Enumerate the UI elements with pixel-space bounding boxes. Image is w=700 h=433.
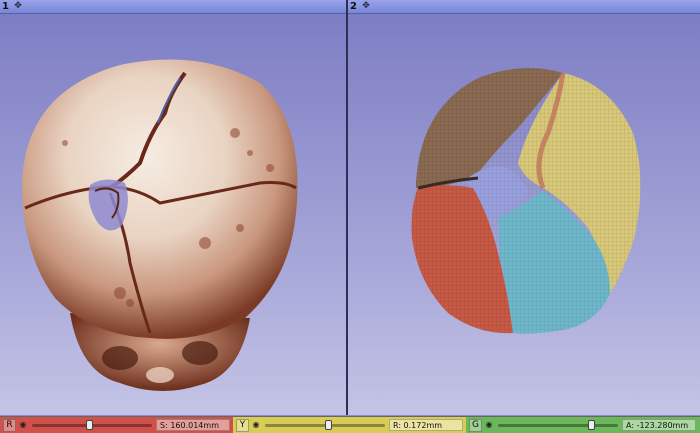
green-slice-offset[interactable]: A: -123.280mm — [622, 419, 696, 431]
pin-icon[interactable]: ✥ — [13, 1, 23, 11]
green-slice-slider-thumb[interactable] — [588, 420, 595, 430]
red-slice-controller[interactable]: R ◉ S: 160.014mm — [0, 416, 233, 433]
yellow-slice-slider-thumb[interactable] — [325, 420, 332, 430]
yellow-slice-offset[interactable]: R: 0.172mm — [389, 419, 463, 431]
yellow-slice-controller[interactable]: Y ◉ R: 0.172mm — [233, 416, 466, 433]
view-1-controller-bar[interactable]: 1 ✥ — [0, 0, 346, 14]
yellow-slice-slider[interactable] — [265, 420, 385, 430]
view-1-number: 1 — [2, 1, 9, 12]
skull-volume-rendering[interactable] — [0, 13, 346, 415]
visibility-icon[interactable]: ◉ — [484, 419, 494, 430]
view-2-controller-bar[interactable]: 2 ✥ — [348, 0, 700, 14]
red-slice-slider-thumb[interactable] — [86, 420, 93, 430]
red-slice-slider[interactable] — [32, 420, 152, 430]
3d-view-2[interactable]: 2 ✥ — [348, 0, 700, 415]
green-slice-label[interactable]: G — [469, 419, 482, 432]
red-slice-label[interactable]: R — [3, 419, 16, 432]
yellow-slice-label[interactable]: Y — [236, 419, 249, 432]
red-slice-offset[interactable]: S: 160.014mm — [156, 419, 230, 431]
visibility-icon[interactable]: ◉ — [18, 419, 28, 430]
pin-icon[interactable]: ✥ — [361, 1, 371, 11]
view-2-number: 2 — [350, 1, 357, 12]
visibility-icon[interactable]: ◉ — [251, 419, 261, 430]
green-slice-controller[interactable]: G ◉ A: -123.280mm — [466, 416, 700, 433]
skull-segmentation-model[interactable] — [348, 13, 700, 415]
green-slice-slider[interactable] — [498, 420, 618, 430]
3d-view-1[interactable]: 1 ✥ — [0, 0, 346, 415]
